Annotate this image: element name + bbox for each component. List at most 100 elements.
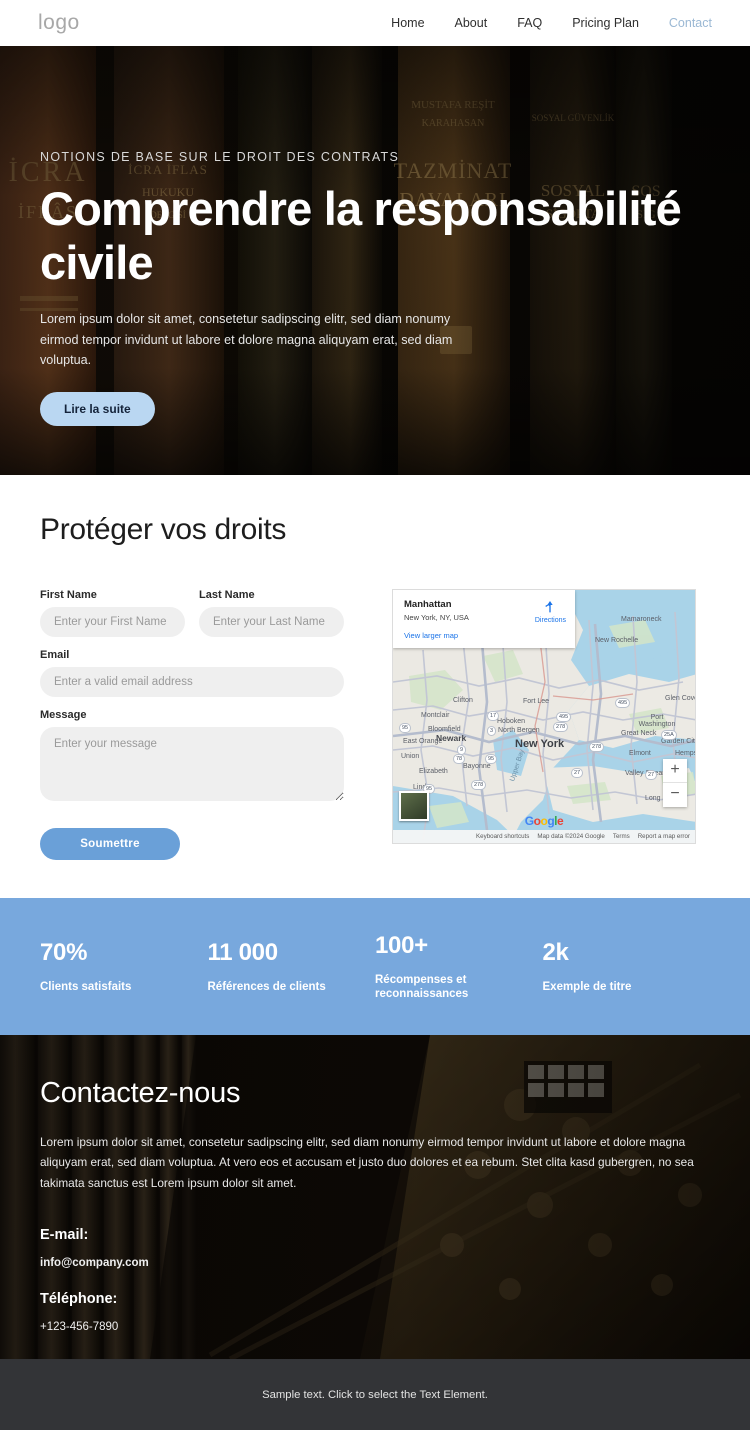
last-name-field-group: Last Name xyxy=(199,589,344,637)
stat-item-1: 70% Clients satisfaits xyxy=(40,939,208,994)
map-shield-27b: 27 xyxy=(645,770,658,780)
stat-item-4: 2k Exemple de titre xyxy=(543,939,711,994)
map-shield-95b: 95 xyxy=(485,754,498,764)
message-field-group: Message xyxy=(40,709,344,806)
map-shield-95a: 95 xyxy=(399,723,412,733)
hero-eyebrow: NOTIONS DE BASE SUR LE DROIT DES CONTRAT… xyxy=(40,150,400,164)
nav-item-contact[interactable]: Contact xyxy=(669,16,712,30)
site-logo[interactable]: logo xyxy=(38,11,80,35)
nav-item-pricing-plan[interactable]: Pricing Plan xyxy=(572,16,639,30)
map-label-hoboken: Hoboken xyxy=(497,718,526,725)
contact-content: Contactez-nous Lorem ipsum dolor sit ame… xyxy=(0,1035,750,1333)
map-label-mamaroneck: Mamaroneck xyxy=(621,616,662,623)
map-shield-25a: 25A xyxy=(661,730,677,740)
map-label-port-washington: Port Washington xyxy=(638,714,676,728)
page-root: logo Home About FAQ Pricing Plan Contact xyxy=(0,0,750,1431)
submit-button[interactable]: Soumettre xyxy=(40,828,180,860)
first-name-label: First Name xyxy=(40,589,97,601)
footer-sample-text[interactable]: Sample text. Click to select the Text El… xyxy=(262,1389,488,1401)
map-label-elizabeth: Elizabeth xyxy=(419,768,448,775)
map-label-montclair: Montclair xyxy=(421,712,450,719)
stat-label-4: Exemple de titre xyxy=(542,980,632,993)
stat-number-2: 11 000 xyxy=(207,938,279,966)
map-shield-27a: 27 xyxy=(571,768,584,778)
map-label-bloomfield: Bloomfield xyxy=(428,726,461,733)
read-more-button[interactable]: Lire la suite xyxy=(40,392,155,427)
map-label-hempstead: Hempstead xyxy=(675,750,695,757)
stat-label-3: Récompenses et reconnaissances xyxy=(375,973,469,1000)
map-label-north-bergen: North Bergen xyxy=(498,727,540,734)
nav-item-about[interactable]: About xyxy=(455,16,488,30)
stat-item-2: 11 000 Références de clients xyxy=(208,939,376,994)
map-shield-17: 17 xyxy=(487,711,500,721)
hero-paragraph: Lorem ipsum dolor sit amet, consetetur s… xyxy=(40,312,453,367)
map-attribution-bar: Keyboard shortcuts Map data ©2024 Google… xyxy=(393,830,695,843)
nav-item-faq[interactable]: FAQ xyxy=(517,16,542,30)
stat-label-1: Clients satisfaits xyxy=(40,980,132,993)
hero-content: NOTIONS DE BASE SUR LE DROIT DES CONTRAT… xyxy=(40,150,710,427)
last-name-input[interactable] xyxy=(199,607,344,637)
email-input[interactable] xyxy=(40,667,344,697)
stat-label-2: Références de clients xyxy=(207,980,326,993)
contact-form-section: Protéger vos droits First Name Last Name… xyxy=(0,475,750,898)
map-label-bayonne: Bayonne xyxy=(463,763,491,770)
first-name-input[interactable] xyxy=(40,607,185,637)
main-navigation: Home About FAQ Pricing Plan Contact xyxy=(391,16,712,30)
map-shield-3: 3 xyxy=(487,726,497,736)
phone-value[interactable]: +123-456-7890 xyxy=(40,1321,710,1333)
hero-section: İCRA İFLÂS İCRA İFLAS HUKUKU DERGİSİ MUS… xyxy=(0,46,750,475)
directions-icon xyxy=(545,601,554,613)
map-shield-278c: 278 xyxy=(589,742,605,752)
name-fields-row: First Name Last Name xyxy=(40,589,344,649)
contact-title: Contactez-nous xyxy=(40,1077,241,1109)
first-name-field-group: First Name xyxy=(40,589,185,637)
map-shield-495b: 495 xyxy=(615,698,631,708)
email-value[interactable]: info@company.com xyxy=(40,1257,710,1269)
map-info-card: Manhattan New York, NY, USA View larger … xyxy=(393,590,575,648)
contact-section: Contactez-nous Lorem ipsum dolor sit ame… xyxy=(0,1035,750,1359)
google-map-embed[interactable]: New York Newark Hoboken Clifton Fort Lee… xyxy=(392,589,696,844)
map-label-new-rochelle: New Rochelle xyxy=(595,637,639,644)
map-zoom-controls[interactable]: + − xyxy=(663,759,687,807)
stat-number-1: 70% xyxy=(40,938,88,966)
contact-form: First Name Last Name Email Message xyxy=(40,589,344,860)
zoom-in-button[interactable]: + xyxy=(663,759,687,783)
map-label-great-neck: Great Neck xyxy=(621,730,657,737)
zoom-out-button[interactable]: − xyxy=(663,783,687,807)
stat-item-3: 100+ Récompenses et reconnaissances xyxy=(375,932,543,1002)
nav-item-home[interactable]: Home xyxy=(391,16,424,30)
email-label: Email xyxy=(40,649,70,661)
contact-paragraph: Lorem ipsum dolor sit amet, consetetur s… xyxy=(40,1135,694,1190)
map-label-new-york: New York xyxy=(515,738,565,750)
form-map-row: First Name Last Name Email Message xyxy=(40,589,710,860)
directions-label: Directions xyxy=(534,617,566,624)
map-data-credit: Map data ©2024 Google xyxy=(537,833,605,840)
directions-button[interactable]: Directions xyxy=(535,599,566,624)
street-view-thumbnail[interactable] xyxy=(399,791,429,821)
google-logo: Google xyxy=(524,814,564,828)
email-field-group: Email xyxy=(40,649,344,697)
map-label-elmont: Elmont xyxy=(629,750,651,757)
last-name-label: Last Name xyxy=(199,589,255,601)
map-label-clifton: Clifton xyxy=(453,697,473,704)
site-footer: Sample text. Click to select the Text El… xyxy=(0,1359,750,1430)
map-shield-495a: 495 xyxy=(556,712,572,722)
map-label-glen-cove: Glen Cove xyxy=(665,695,696,702)
map-label-union: Union xyxy=(401,753,420,760)
statistics-band: 70% Clients satisfaits 11 000 Références… xyxy=(0,898,750,1035)
section-title-proteger: Protéger vos droits xyxy=(40,513,287,546)
map-shield-278b: 278 xyxy=(553,722,569,732)
message-textarea[interactable] xyxy=(40,727,344,801)
map-shield-278a: 278 xyxy=(471,780,487,790)
stat-number-4: 2k xyxy=(542,938,569,966)
phone-heading: Téléphone: xyxy=(40,1290,118,1307)
keyboard-shortcuts-link[interactable]: Keyboard shortcuts xyxy=(476,833,529,840)
map-label-east-orange: East Orange xyxy=(403,738,443,745)
message-label: Message xyxy=(40,709,87,721)
email-heading: E-mail: xyxy=(40,1226,89,1243)
report-error-link[interactable]: Report a map error xyxy=(638,833,690,840)
view-larger-map-link[interactable]: View larger map xyxy=(404,631,564,640)
map-shield-78: 78 xyxy=(453,754,466,764)
stat-number-3: 100+ xyxy=(375,931,428,959)
terms-link[interactable]: Terms xyxy=(613,833,630,840)
